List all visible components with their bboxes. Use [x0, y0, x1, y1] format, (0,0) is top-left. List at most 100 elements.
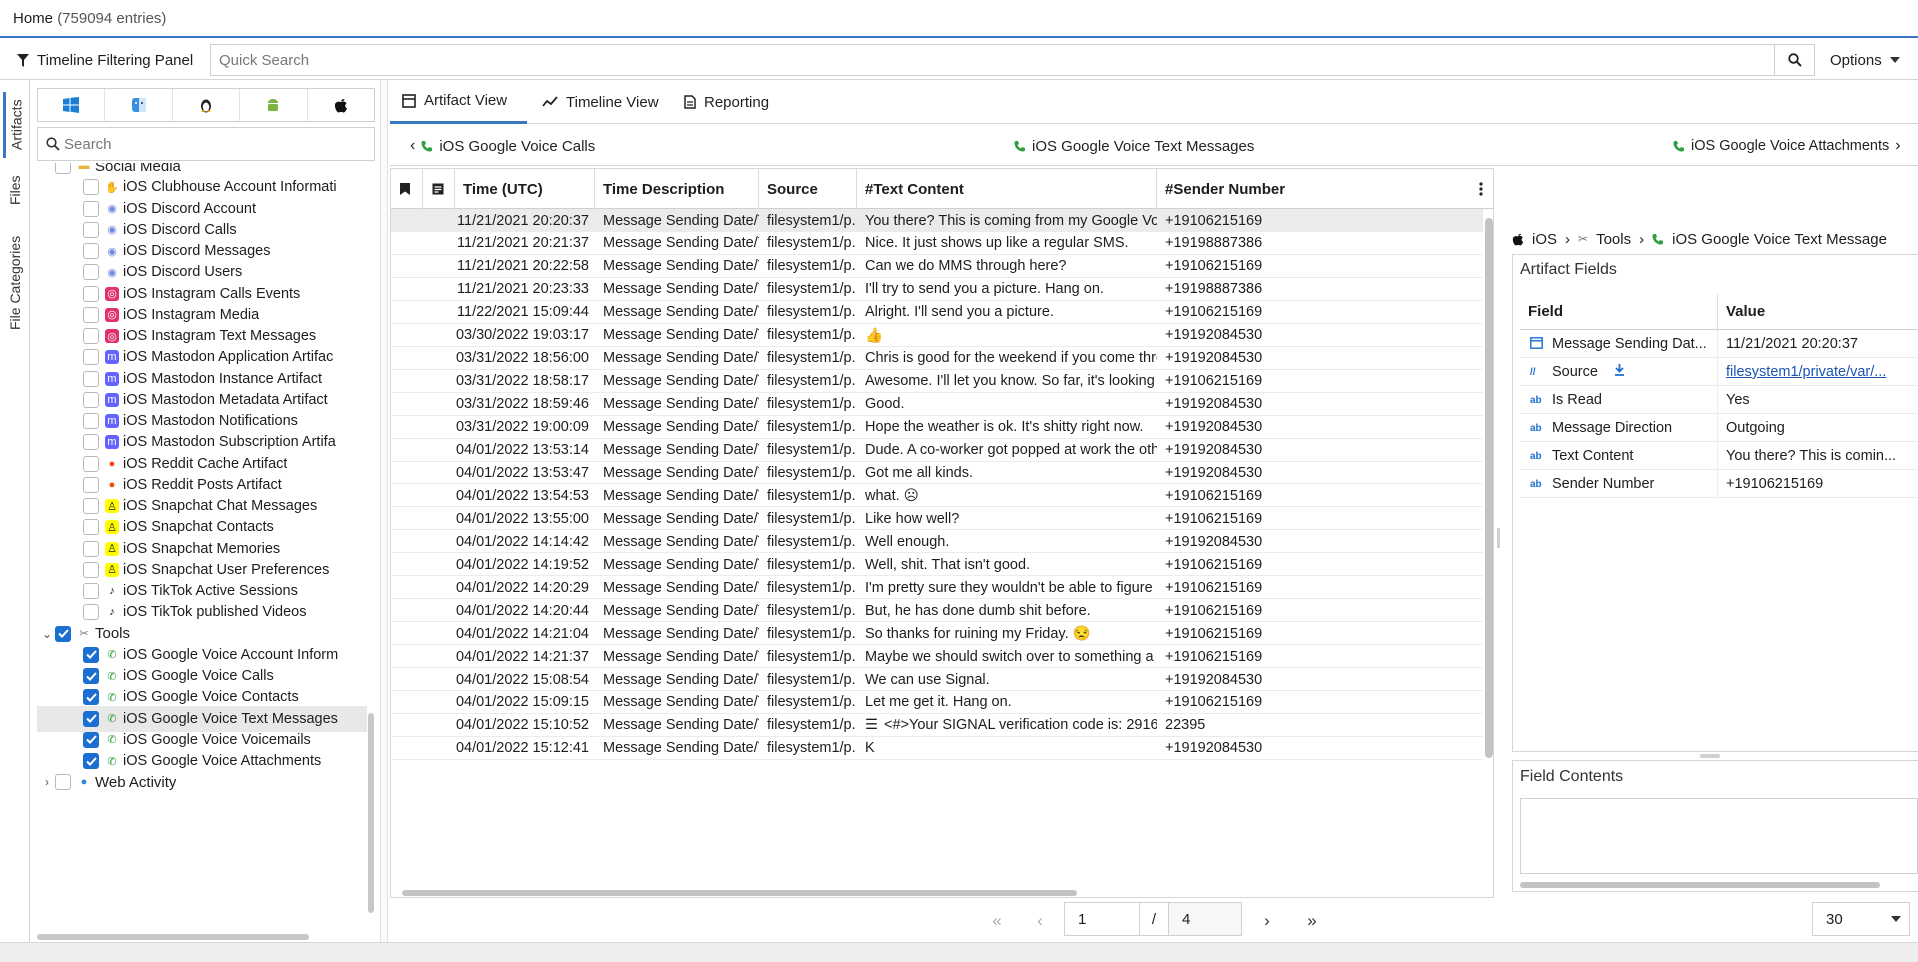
tree-item-checkbox[interactable] — [83, 285, 99, 302]
table-row[interactable]: 03/31/2022 19:00:09 Message Sending Date/… — [391, 416, 1483, 439]
table-row[interactable]: 11/21/2021 20:22:58 Message Sending Date/… — [391, 255, 1483, 278]
linux-button[interactable] — [173, 89, 241, 121]
notes-column[interactable] — [423, 169, 455, 209]
field-value-cell[interactable]: filesystem1/private/var/... — [1718, 358, 1918, 386]
table-row[interactable]: 03/31/2022 18:59:46 Message Sending Date/… — [391, 393, 1483, 416]
value-column-header[interactable]: Value — [1718, 294, 1918, 330]
table-row[interactable]: 04/01/2022 15:08:54 Message Sending Date/… — [391, 668, 1483, 691]
field-row[interactable]: ab Text Content You there? This is comin..… — [1520, 442, 1918, 470]
tree-item-checkbox[interactable] — [83, 349, 99, 366]
table-row[interactable]: 11/21/2021 20:21:37 Message Sending Date/… — [391, 232, 1483, 255]
field-row[interactable]: ab Is Read Yes — [1520, 386, 1918, 414]
options-dropdown[interactable]: Options — [1830, 44, 1915, 76]
quick-search-input[interactable] — [211, 45, 1774, 75]
tree-item-checkbox[interactable] — [83, 455, 99, 472]
tree-item-checkbox[interactable] — [83, 200, 99, 217]
tree-item-checkbox[interactable] — [83, 306, 99, 323]
column-menu-button[interactable] — [1473, 169, 1493, 209]
table-row[interactable]: 04/01/2022 13:55:00 Message Sending Date/… — [391, 507, 1483, 531]
table-row[interactable]: 03/31/2022 18:56:00 Message Sending Date/… — [391, 347, 1483, 370]
home-tab[interactable]: Home (759094 entries) — [0, 0, 179, 38]
next-page-button[interactable]: › — [1252, 905, 1282, 937]
tree-scrollbar[interactable] — [368, 163, 375, 935]
field-row[interactable]: // Source filesystem1/private/var/... — [1520, 358, 1918, 386]
table-row[interactable]: 04/01/2022 15:10:52 Message Sending Date/… — [391, 714, 1483, 737]
tab-timeline-view[interactable]: Timeline View — [530, 80, 671, 124]
tree-item-checkbox[interactable] — [83, 328, 99, 344]
table-row[interactable]: 11/21/2021 20:23:33 Message Sending Date/… — [391, 278, 1483, 301]
tree-item-checkbox[interactable] — [83, 370, 99, 387]
tree-item[interactable]: › ● Web Activity — [37, 769, 367, 795]
tree-item-checkbox[interactable] — [83, 561, 99, 578]
table-row[interactable]: 04/01/2022 15:09:15 Message Sending Date/… — [391, 691, 1483, 714]
tree-item-checkbox[interactable] — [83, 540, 99, 557]
page-size-select[interactable]: 30 — [1812, 902, 1910, 936]
tree-item-checkbox[interactable] — [83, 221, 99, 238]
tab-file-categories[interactable]: File Categories — [3, 228, 27, 338]
prev-page-button[interactable]: ‹ — [1025, 905, 1055, 937]
bookmark-column[interactable] — [391, 169, 423, 209]
tab-artifacts[interactable]: Artifacts — [3, 92, 27, 158]
field-row[interactable]: ab Message Direction Outgoing — [1520, 414, 1918, 442]
windows-button[interactable] — [38, 89, 106, 121]
tab-files[interactable]: Files — [3, 170, 27, 210]
tree-item-checkbox[interactable] — [83, 179, 99, 196]
table-row[interactable]: 04/01/2022 14:20:44 Message Sending Date/… — [391, 599, 1483, 623]
tab-reporting[interactable]: Reporting — [672, 80, 781, 124]
timeline-filter-button[interactable]: Timeline Filtering Panel — [0, 40, 210, 80]
chevron-down-icon[interactable]: ⌄ — [39, 627, 55, 641]
column-time-utc[interactable]: Time (UTC) — [455, 169, 595, 209]
breadcrumb-artifact[interactable]: iOS Google Voice Text Message — [1672, 231, 1887, 248]
column-source[interactable]: Source — [759, 169, 857, 209]
left-panel-splitter[interactable] — [380, 80, 388, 942]
finder-button[interactable] — [105, 89, 173, 121]
column-text-content[interactable]: #Text Content — [857, 169, 1157, 209]
table-row[interactable]: 04/01/2022 13:53:47 Message Sending Date/… — [391, 461, 1483, 485]
tree-item-checkbox[interactable] — [55, 625, 71, 642]
artifact-search-input[interactable] — [60, 128, 374, 160]
tree-item-checkbox[interactable] — [83, 264, 99, 281]
tree-item-checkbox[interactable] — [83, 434, 99, 451]
field-contents-box[interactable] — [1520, 798, 1918, 874]
download-icon[interactable] — [1614, 364, 1625, 380]
tab-artifact-view[interactable]: Artifact View — [390, 80, 527, 124]
details-horizontal-scrollbar[interactable] — [1520, 882, 1880, 888]
table-row[interactable]: 03/31/2022 18:58:17 Message Sending Date/… — [391, 370, 1483, 393]
table-row[interactable]: 04/01/2022 14:14:42 Message Sending Date/… — [391, 530, 1483, 554]
details-splitter[interactable] — [1496, 168, 1502, 898]
android-button[interactable] — [240, 89, 308, 121]
tree-item-checkbox[interactable] — [83, 498, 99, 514]
tree-item-checkbox[interactable] — [83, 731, 99, 748]
tree-item-checkbox[interactable] — [83, 604, 99, 621]
tree-item-checkbox[interactable] — [83, 476, 99, 493]
column-sender-number[interactable]: #Sender Number — [1157, 169, 1473, 209]
apple-button[interactable] — [308, 89, 374, 121]
table-row[interactable]: 11/21/2021 20:20:37 Message Sending Date/… — [391, 209, 1483, 232]
prev-artifact-button[interactable]: ‹ iOS Google Voice Calls — [410, 126, 595, 166]
tree-item-checkbox[interactable] — [83, 413, 99, 429]
tree-item-checkbox[interactable] — [83, 710, 99, 727]
tree-item-checkbox[interactable] — [83, 689, 99, 706]
grid-horizontal-scrollbar[interactable] — [402, 890, 1077, 896]
table-row[interactable]: 04/01/2022 14:21:04 Message Sending Date/… — [391, 622, 1483, 646]
tree-item-checkbox[interactable] — [83, 583, 99, 599]
fields-splitter[interactable] — [1700, 754, 1720, 758]
source-link[interactable]: filesystem1/private/var/... — [1726, 364, 1886, 380]
first-page-button[interactable]: « — [982, 905, 1012, 937]
field-row[interactable]: ab Sender Number +19106215169 — [1520, 470, 1918, 498]
breadcrumb-ios[interactable]: iOS — [1532, 231, 1557, 248]
tree-item-checkbox[interactable] — [55, 163, 71, 174]
column-time-description[interactable]: Time Description — [595, 169, 759, 209]
next-artifact-button[interactable]: iOS Google Voice Attachments › — [1673, 126, 1901, 166]
grid-vertical-scrollbar[interactable] — [1485, 218, 1493, 758]
table-row[interactable]: 04/01/2022 15:12:41 Message Sending Date/… — [391, 737, 1483, 760]
table-row[interactable]: 04/01/2022 13:54:53 Message Sending Date/… — [391, 484, 1483, 508]
chevron-right-icon[interactable]: › — [39, 775, 55, 789]
table-row[interactable]: 11/22/2021 15:09:44 Message Sending Date/… — [391, 301, 1483, 324]
table-row[interactable]: 04/01/2022 13:53:14 Message Sending Date/… — [391, 439, 1483, 462]
last-page-button[interactable]: » — [1297, 905, 1327, 937]
table-row[interactable]: 04/01/2022 14:19:52 Message Sending Date/… — [391, 553, 1483, 577]
breadcrumb-tools[interactable]: Tools — [1596, 231, 1631, 248]
table-row[interactable]: 04/01/2022 14:20:29 Message Sending Date/… — [391, 576, 1483, 600]
tree-item-checkbox[interactable] — [83, 391, 99, 408]
